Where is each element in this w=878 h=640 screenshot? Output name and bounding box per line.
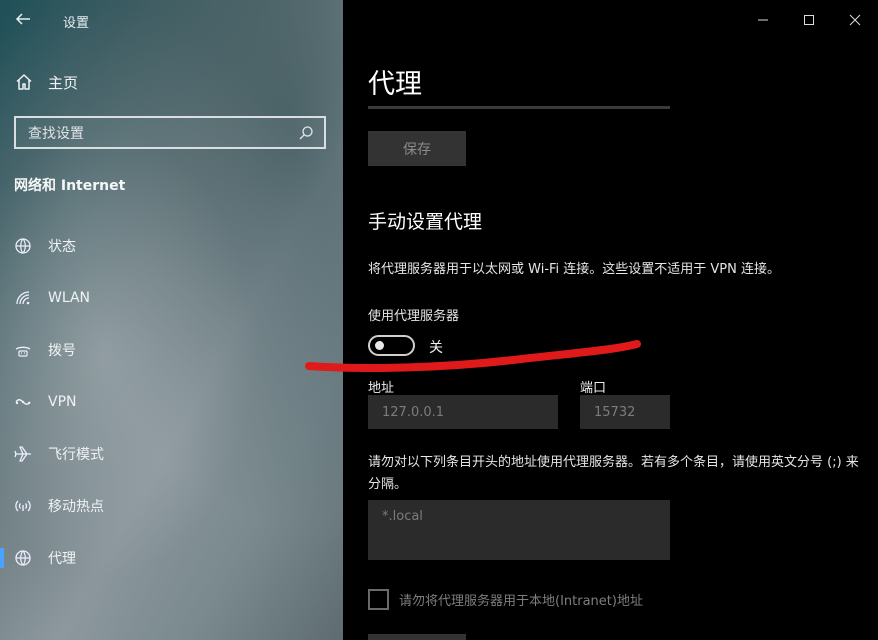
- local-address-label: 请勿将代理服务器用于本地(Intranet)地址: [399, 594, 643, 609]
- sidebar-item-label: WLAN: [48, 290, 91, 306]
- title-bar: 设置: [0, 0, 343, 40]
- globe-status-icon: [13, 236, 33, 256]
- search-icon[interactable]: [298, 125, 314, 141]
- sidebar-item-label: 飞行模式: [48, 447, 104, 463]
- main-pane: 代理 保存 手动设置代理 将代理服务器用于以太网或 Wi-Fi 连接。这些设置不…: [305, 0, 878, 640]
- home-label: 主页: [48, 73, 79, 92]
- manual-proxy-title: 手动设置代理: [368, 211, 483, 233]
- home-icon: [16, 74, 32, 90]
- red-annotation-stroke: [305, 340, 641, 372]
- manual-proxy-description: 将代理服务器用于以太网或 Wi-Fi 连接。这些设置不适用于 VPN 连接。: [368, 262, 781, 277]
- title-divider: [368, 106, 670, 109]
- home-nav[interactable]: 主页: [14, 70, 78, 94]
- wifi-icon: [13, 288, 33, 308]
- search-placeholder: 查找设置: [28, 125, 84, 142]
- globe-icon: [13, 548, 33, 568]
- sidebar-item-status[interactable]: 状态: [0, 228, 343, 264]
- address-input[interactable]: 127.0.0.1: [368, 395, 558, 429]
- sidebar-item-label: VPN: [48, 394, 77, 410]
- sidebar-item-hotspot[interactable]: 移动热点: [0, 488, 343, 524]
- local-address-option: 请勿将代理服务器用于本地(Intranet)地址: [368, 589, 643, 610]
- bottom-button-partial[interactable]: [368, 634, 466, 640]
- save-button[interactable]: 保存: [368, 131, 466, 166]
- port-label: 端口: [580, 381, 607, 396]
- sidebar-item-dialup[interactable]: 拨号: [0, 332, 343, 368]
- airplane-icon: [13, 444, 33, 464]
- page-title: 代理: [368, 69, 422, 100]
- minimize-icon[interactable]: [740, 0, 786, 40]
- sidebar-item-wlan[interactable]: WLAN: [0, 280, 343, 316]
- sidebar-item-proxy[interactable]: 代理: [0, 540, 343, 576]
- window-controls: [740, 0, 878, 40]
- local-address-checkbox[interactable]: [368, 589, 389, 610]
- maximize-icon[interactable]: [786, 0, 832, 40]
- vpn-icon: [13, 392, 33, 412]
- dialup-icon: [13, 340, 33, 360]
- close-icon[interactable]: [832, 0, 878, 40]
- use-proxy-label: 使用代理服务器: [368, 309, 460, 324]
- sidebar-item-label: 移动热点: [48, 499, 104, 515]
- sidebar-item-label: 拨号: [48, 343, 76, 359]
- sidebar-item-label: 代理: [48, 551, 76, 567]
- sidebar: 设置 主页 查找设置 网络和 Internet 状态 WLAN 拨号 VPN 飞…: [0, 0, 343, 640]
- exceptions-input[interactable]: *.local: [368, 500, 670, 560]
- sidebar-item-vpn[interactable]: VPN: [0, 384, 343, 420]
- hotspot-icon: [13, 496, 33, 516]
- app-title: 设置: [63, 16, 90, 31]
- search-input[interactable]: 查找设置: [14, 116, 326, 149]
- sidebar-item-label: 状态: [48, 239, 76, 255]
- back-arrow-icon[interactable]: [14, 10, 32, 28]
- section-title: 网络和 Internet: [14, 178, 126, 194]
- exceptions-description: 请勿对以下列条目开头的地址使用代理服务器。若有多个条目，请使用英文分号 (;) …: [368, 455, 859, 492]
- sidebar-item-airplane[interactable]: 飞行模式: [0, 436, 343, 472]
- address-label: 地址: [368, 381, 395, 396]
- port-input[interactable]: 15732: [580, 395, 670, 429]
